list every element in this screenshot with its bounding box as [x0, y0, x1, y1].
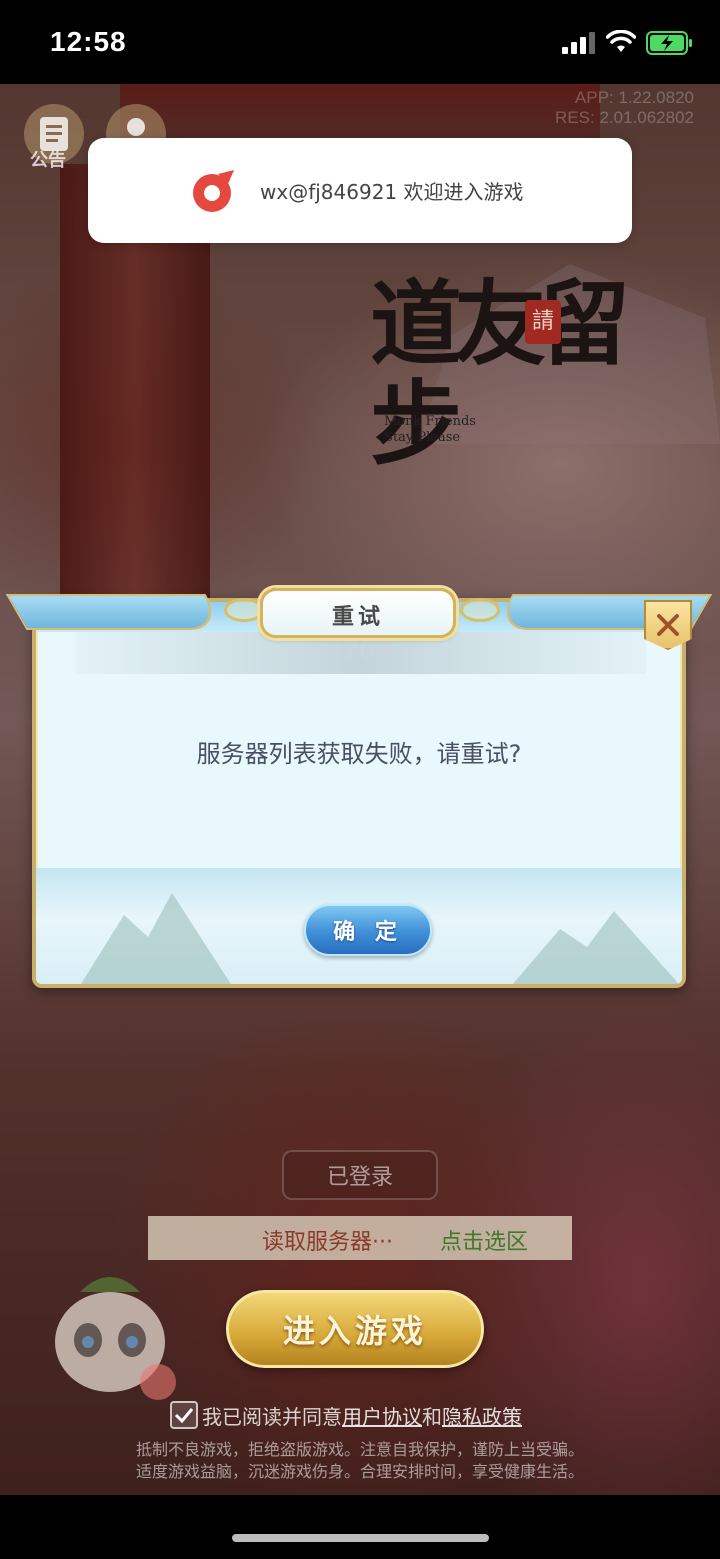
- logo-english-line2: Stay Please: [384, 430, 461, 445]
- user-agreement-link[interactable]: 用户协议: [342, 1401, 422, 1430]
- agreement-and: 和: [422, 1404, 442, 1429]
- agreement-checkbox[interactable]: [170, 1401, 198, 1429]
- confirm-button[interactable]: 确 定: [304, 904, 432, 956]
- version-info: APP: 1.22.0820 RES: 2.01.062802: [555, 88, 694, 128]
- server-bar[interactable]: 读取服务器··· 点击选区: [148, 1216, 572, 1260]
- mountain-decoration: [76, 893, 236, 984]
- battery-charging-icon: [646, 31, 692, 55]
- scroll-ornament-right: [460, 598, 500, 622]
- app-version: APP: 1.22.0820: [574, 88, 694, 107]
- home-indicator[interactable]: [232, 1534, 489, 1542]
- select-server-link[interactable]: 点击选区: [440, 1224, 528, 1256]
- checkmark-icon: [174, 1408, 194, 1423]
- server-status: 读取服务器···: [262, 1230, 393, 1255]
- notice-label: 公告: [30, 150, 66, 171]
- welcome-toast: wx@fj846921 欢迎进入游戏: [88, 138, 632, 243]
- logo-english-line1: Monk Friends: [384, 414, 476, 429]
- logo-seal: 請: [525, 300, 561, 344]
- game-logo: 道友留步 請 Monk Friends Stay Please: [360, 274, 630, 474]
- cellular-signal-icon: [562, 32, 595, 54]
- dialog-title: 重试: [331, 605, 384, 630]
- logo-english: Monk Friends Stay Please: [384, 414, 476, 446]
- toast-message: wx@fj846921 欢迎进入游戏: [260, 180, 524, 204]
- dialog-message: 服务器列表获取失败，请重试?: [196, 740, 522, 768]
- agreement-prefix: 我已阅读并同意: [202, 1404, 342, 1429]
- logged-in-button[interactable]: 已登录: [282, 1150, 438, 1200]
- error-code: 1704: [327, 634, 391, 665]
- wifi-icon: [606, 30, 636, 52]
- retry-dialog: 1704 服务器列表获取失败，请重试? 确 定 重试: [5, 588, 713, 988]
- panda-mascot-icon: [55, 1277, 176, 1400]
- res-version: RES: 2.01.062802: [555, 108, 694, 127]
- mountain-decoration: [506, 911, 682, 984]
- disclaimer-line2: 适度游戏益脑，沉迷游戏伤身。合理安排时间，享受健康生活。: [135, 1462, 584, 1481]
- privacy-policy-link[interactable]: 隐私政策: [442, 1401, 522, 1430]
- status-time: 12:58: [50, 26, 127, 57]
- platform-logo-icon: [193, 170, 234, 212]
- dialog-panel: 1704 服务器列表获取失败，请重试? 确 定: [32, 598, 686, 988]
- dialog-title-plate: 重试: [260, 588, 456, 638]
- dialog-wing-left: [5, 594, 227, 630]
- scroll-ornament-left: [224, 598, 264, 622]
- status-bar: 12:58: [0, 0, 720, 84]
- agreement-row: 我已阅读并同意 用户协议 和 隐私政策: [170, 1400, 522, 1430]
- enter-game-button[interactable]: 进入游戏: [226, 1290, 484, 1368]
- disclaimer-line1: 抵制不良游戏，拒绝盗版游戏。注意自我保护，谨防上当受骗。: [135, 1440, 584, 1459]
- close-icon: [657, 614, 679, 636]
